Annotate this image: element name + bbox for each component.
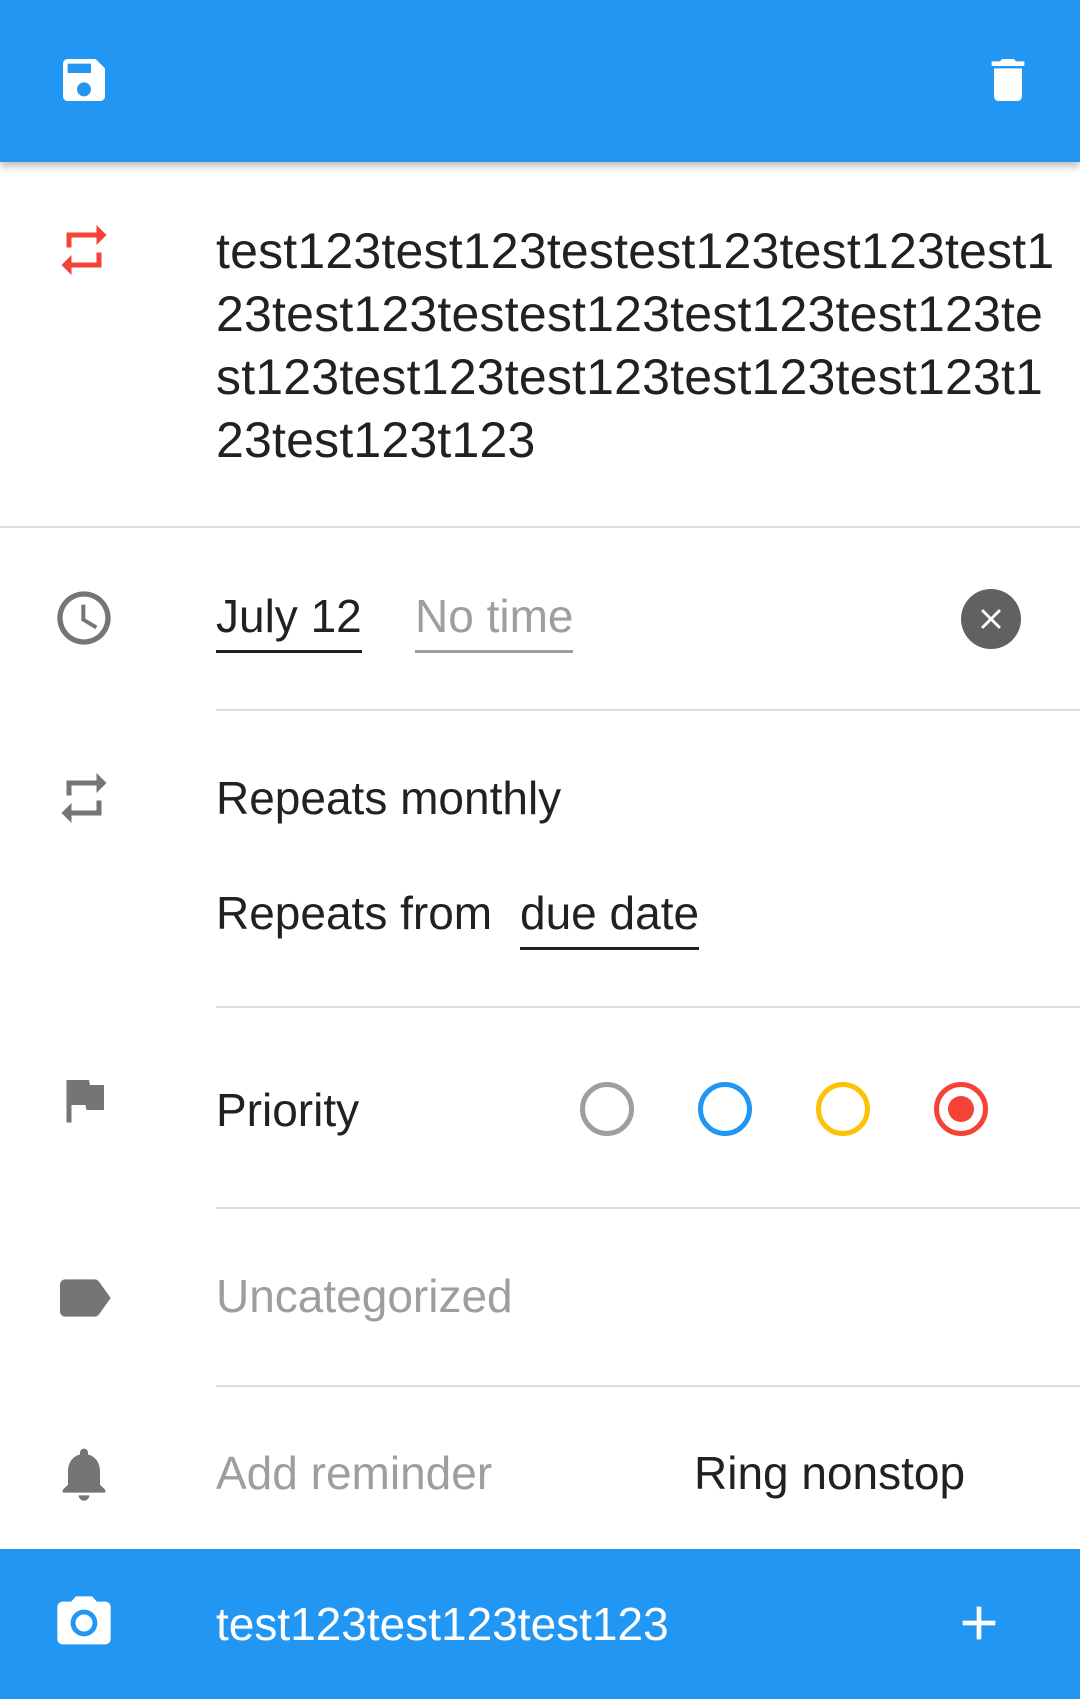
title-divider <box>0 526 1080 528</box>
priority-low-radio[interactable] <box>698 1082 752 1136</box>
add-reminder-button[interactable]: Add reminder <box>216 1445 492 1501</box>
priority-high-selected-dot <box>948 1096 974 1122</box>
flag-icon <box>52 1068 116 1132</box>
priority-none-radio[interactable] <box>580 1082 634 1136</box>
due-date-button[interactable]: July 12 <box>216 588 362 653</box>
category-field[interactable]: Uncategorized <box>216 1268 513 1324</box>
priority-high-radio[interactable] <box>934 1082 988 1136</box>
due-time-button[interactable]: No time <box>415 588 574 653</box>
priority-medium-radio[interactable] <box>816 1082 870 1136</box>
toolbar <box>0 0 1080 162</box>
plus-icon[interactable] <box>947 1591 1011 1655</box>
repeat-divider <box>216 1006 1080 1008</box>
clock-icon <box>52 586 116 650</box>
repeat-from-label: Repeats from <box>216 887 493 939</box>
priority-label: Priority <box>216 1084 360 1136</box>
task-title[interactable]: test123test123testest123test123test123te… <box>216 220 1056 472</box>
attachment-bar: test123test123test123 <box>0 1549 1080 1699</box>
ring-mode-button[interactable]: Ring nonstop <box>694 1445 965 1501</box>
priority-divider <box>216 1207 1080 1209</box>
label-icon <box>52 1266 116 1330</box>
repeat-icon <box>52 218 116 282</box>
repeat-label[interactable]: Repeats monthly <box>216 770 561 826</box>
save-icon[interactable] <box>52 48 116 112</box>
bell-icon <box>52 1442 116 1506</box>
due-divider <box>216 709 1080 711</box>
comment-input[interactable]: test123test123test123 <box>216 1596 669 1652</box>
category-divider <box>216 1385 1080 1387</box>
delete-icon[interactable] <box>976 48 1040 112</box>
repeat-from-dropdown[interactable]: due date <box>520 885 700 950</box>
repeat-icon <box>52 766 116 830</box>
clear-due-date-icon[interactable] <box>961 589 1021 649</box>
camera-icon[interactable] <box>52 1591 116 1655</box>
